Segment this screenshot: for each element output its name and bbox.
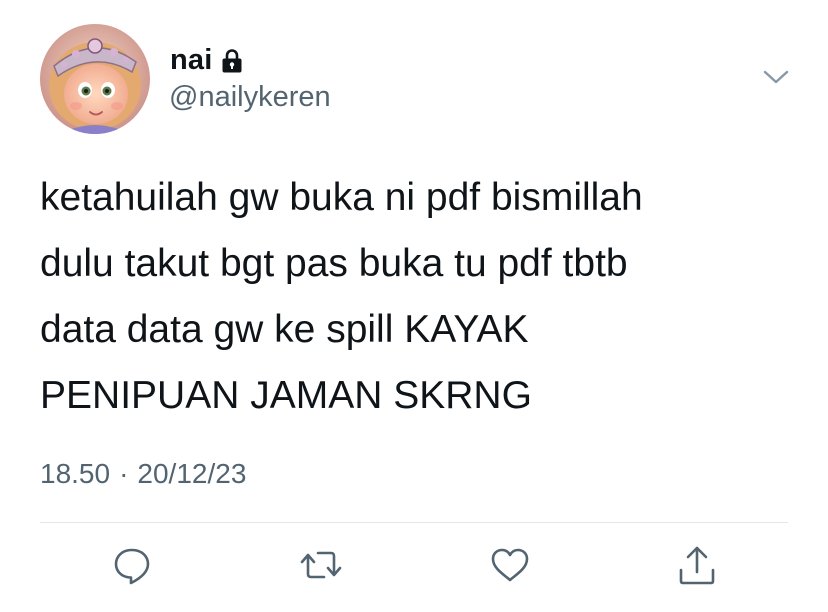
like-icon[interactable] bbox=[487, 542, 533, 588]
tweet-text-line: ketahuilah gw buka ni pdf bismillah bbox=[40, 176, 643, 219]
divider bbox=[40, 522, 788, 523]
timestamp-separator: · bbox=[119, 458, 129, 489]
avatar-image bbox=[40, 24, 150, 134]
tweet-text-line: dulu takut bgt pas buka tu pdf tbtb bbox=[40, 242, 628, 285]
author-name-row: nai bbox=[170, 38, 243, 82]
chevron-down-icon[interactable] bbox=[760, 64, 792, 90]
tweet-date: 20/12/23 bbox=[137, 458, 247, 489]
tweet-time: 18.50 bbox=[40, 458, 111, 489]
tweet-timestamp[interactable]: 18.50 · 20/12/23 bbox=[40, 458, 246, 490]
action-bar bbox=[0, 542, 828, 592]
lock-icon bbox=[221, 48, 243, 74]
display-name[interactable]: nai bbox=[170, 44, 213, 77]
avatar[interactable] bbox=[40, 24, 150, 134]
tweet-text-line: data data gw ke spill KAYAK bbox=[40, 308, 529, 351]
author-handle[interactable]: @nailykeren bbox=[169, 81, 331, 114]
tweet-text-line: PENIPUAN JAMAN SKRNG bbox=[40, 374, 532, 417]
share-icon[interactable] bbox=[674, 542, 720, 588]
tweet-text: ketahuilah gw buka ni pdf bismillah dulu… bbox=[40, 165, 780, 429]
retweet-icon[interactable] bbox=[298, 542, 344, 588]
reply-icon[interactable] bbox=[109, 542, 155, 588]
